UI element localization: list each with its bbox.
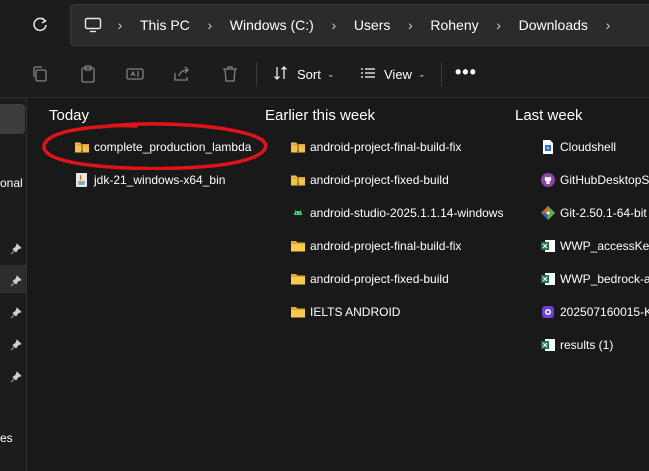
file-name: Cloudshell <box>560 140 617 154</box>
folder-icon <box>290 304 306 320</box>
chevron-right-icon[interactable]: › <box>603 17 613 33</box>
java-installer-icon <box>74 172 90 188</box>
rename-icon[interactable] <box>125 64 145 84</box>
navigation-pane: onal es <box>0 98 27 471</box>
file-item[interactable]: android-project-fixed-build <box>290 267 449 291</box>
address-bar-row: › This PC › Windows (C:) › Users › Rohen… <box>0 0 649 50</box>
nav-item-selected[interactable] <box>0 104 25 134</box>
file-name: GitHubDesktopSe <box>560 173 649 187</box>
list-view-icon <box>360 65 376 84</box>
file-item[interactable]: GitHubDesktopSe <box>540 168 649 192</box>
file-item[interactable]: WWP_bedrock-ap <box>540 267 649 291</box>
file-name: WWP_accessKeys <box>560 239 649 253</box>
chevron-right-icon[interactable]: › <box>494 17 504 33</box>
folder-icon <box>290 238 306 254</box>
computer-icon[interactable] <box>84 16 102 34</box>
file-name: jdk-21_windows-x64_bin <box>94 173 226 187</box>
file-name: android-studio-2025.1.1.14-windows <box>310 206 504 220</box>
file-name: android-project-final-build-fix <box>310 239 462 253</box>
copy-icon[interactable] <box>30 64 50 84</box>
pin-icon[interactable] <box>10 338 22 351</box>
nav-item-label[interactable]: es <box>0 431 13 445</box>
excel-icon <box>540 238 556 254</box>
chevron-right-icon[interactable]: › <box>405 17 415 33</box>
git-icon <box>540 205 556 221</box>
zip-folder-icon <box>290 172 306 188</box>
file-item[interactable]: Cloudshell <box>540 135 616 159</box>
pin-icon[interactable] <box>10 274 22 287</box>
sort-icon <box>273 65 289 84</box>
zip-folder-icon <box>290 139 306 155</box>
pin-icon[interactable] <box>10 370 22 383</box>
chevron-right-icon[interactable]: › <box>329 17 339 33</box>
breadcrumb: › This PC › Windows (C:) › Users › Rohen… <box>115 5 628 45</box>
file-name: android-project-fixed-build <box>310 173 449 187</box>
github-icon <box>540 172 556 188</box>
sort-button[interactable]: Sort ⌄ <box>273 62 334 86</box>
toolbar-divider <box>256 62 257 86</box>
file-name: android-project-final-build-fix <box>310 140 462 154</box>
command-bar: Sort ⌄ View ⌄ ••• <box>0 50 649 98</box>
breadcrumb-downloads[interactable]: Downloads <box>519 17 588 33</box>
file-item[interactable]: android-project-final-build-fix <box>290 234 461 258</box>
pin-icon[interactable] <box>10 306 22 319</box>
file-name: Git-2.50.1-64-bit <box>560 206 647 220</box>
file-name: android-project-fixed-build <box>310 272 449 286</box>
file-item[interactable]: jdk-21_windows-x64_bin <box>74 168 225 192</box>
nav-item-label[interactable]: onal <box>0 176 23 190</box>
refresh-icon[interactable] <box>30 14 50 36</box>
more-options-button[interactable]: ••• <box>455 62 477 86</box>
paste-icon[interactable] <box>78 64 98 84</box>
pin-icon[interactable] <box>10 242 22 255</box>
breadcrumb-roheny[interactable]: Roheny <box>430 17 478 33</box>
file-item[interactable]: android-project-fixed-build <box>290 168 449 192</box>
group-header-last-week[interactable]: Last week <box>515 107 583 124</box>
delete-icon[interactable] <box>220 64 240 84</box>
chevron-down-icon: ⌄ <box>326 68 335 79</box>
file-item[interactable]: WWP_accessKeys <box>540 234 649 258</box>
excel-icon <box>540 271 556 287</box>
excel-icon <box>540 337 556 353</box>
file-name: results (1) <box>560 338 614 352</box>
chevron-right-icon[interactable]: › <box>205 17 215 33</box>
app-icon <box>540 304 556 320</box>
view-label: View <box>384 66 412 82</box>
chevron-right-icon[interactable]: › <box>115 17 125 33</box>
sort-label: Sort <box>297 66 321 82</box>
document-icon <box>540 139 556 155</box>
file-item[interactable]: results (1) <box>540 333 613 357</box>
breadcrumb-windows-c[interactable]: Windows (C:) <box>230 17 314 33</box>
file-item[interactable]: android-project-final-build-fix <box>290 135 461 159</box>
file-item[interactable]: IELTS ANDROID <box>290 300 400 324</box>
android-icon <box>290 205 306 221</box>
file-name: 202507160015-Kir <box>560 305 649 319</box>
folder-icon <box>290 271 306 287</box>
group-header-earlier-this-week[interactable]: Earlier this week <box>265 107 375 124</box>
file-item[interactable]: android-studio-2025.1.1.14-windows <box>290 201 503 225</box>
share-icon[interactable] <box>172 64 192 84</box>
file-name: WWP_bedrock-ap <box>560 272 649 286</box>
file-item[interactable]: Git-2.50.1-64-bit <box>540 201 647 225</box>
address-bar[interactable]: › This PC › Windows (C:) › Users › Rohen… <box>70 4 649 46</box>
red-circle-annotation <box>42 122 268 170</box>
view-button[interactable]: View ⌄ <box>360 62 426 86</box>
file-item[interactable]: 202507160015-Kir <box>540 300 649 324</box>
file-name: IELTS ANDROID <box>310 305 401 319</box>
chevron-down-icon: ⌄ <box>417 68 426 79</box>
breadcrumb-this-pc[interactable]: This PC <box>140 17 190 33</box>
toolbar-divider <box>441 62 442 86</box>
breadcrumb-users[interactable]: Users <box>354 17 391 33</box>
